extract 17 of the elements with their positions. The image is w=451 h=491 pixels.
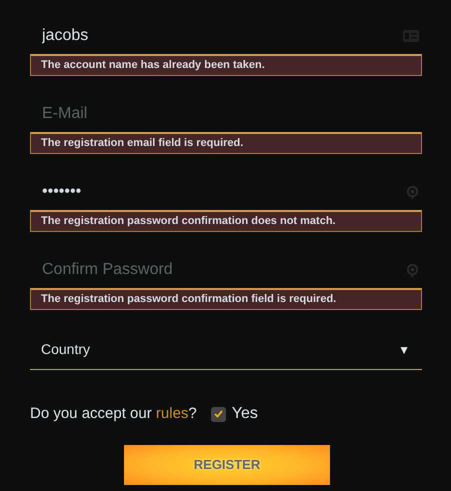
country-select[interactable]: Country ▼ xyxy=(30,330,422,370)
input-field[interactable]: Confirm Password xyxy=(42,258,362,282)
key-icon xyxy=(406,264,419,276)
error-message: The registration email field is required. xyxy=(30,132,422,154)
error-message: The registration password confirmation does not match. xyxy=(30,210,422,232)
checkbox-label: Yes xyxy=(232,404,258,424)
dropdown-arrow: ▼ xyxy=(398,342,410,358)
error-message: The registration password confirmation field is required. xyxy=(30,288,422,310)
error-message: The account name has already been taken. xyxy=(30,54,422,76)
rules-question: Do you accept our rules? xyxy=(30,404,197,424)
checkmark-icon xyxy=(214,410,223,418)
key-icon xyxy=(406,186,419,198)
checkbox[interactable] xyxy=(210,406,226,422)
input-field[interactable]: ••••••• xyxy=(42,180,362,204)
rules-link[interactable]: rules xyxy=(156,404,188,422)
input-field[interactable]: E-Mail xyxy=(42,102,362,126)
register-button[interactable]: REGISTER xyxy=(124,445,330,485)
